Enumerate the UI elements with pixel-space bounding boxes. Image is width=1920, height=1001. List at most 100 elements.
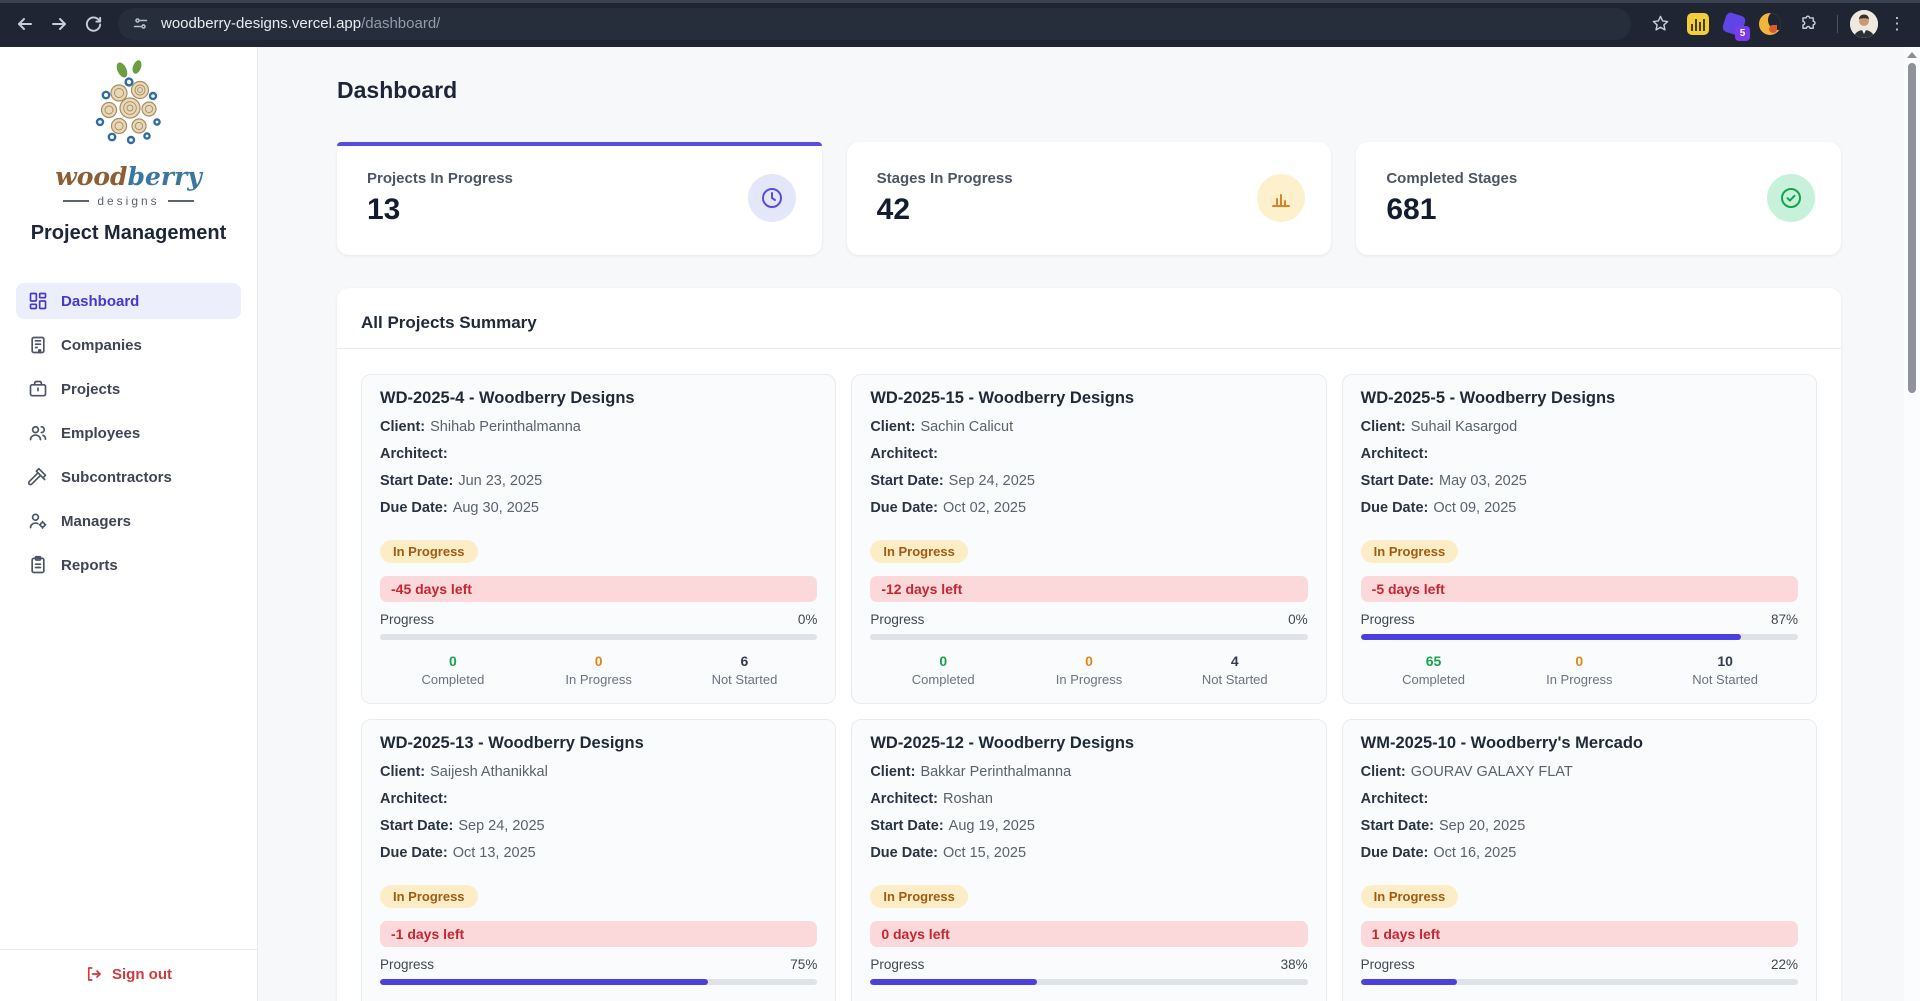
start-date-label: Start Date:: [380, 473, 453, 489]
sidebar-item-managers[interactable]: Managers: [16, 503, 241, 539]
sidebar-item-reports[interactable]: Reports: [16, 547, 241, 583]
due-date-label: Due Date:: [380, 845, 448, 861]
architect-label: Architect:: [1361, 446, 1429, 462]
start-date-value: Sep 24, 2025: [458, 818, 544, 834]
client-value: Shihab Perinthalmanna: [430, 419, 581, 435]
start-date-value: Sep 24, 2025: [949, 473, 1035, 489]
forward-button[interactable]: [42, 7, 76, 41]
stat-card-stages-in-progress: Stages In Progress 42: [847, 142, 1332, 255]
client-value: Sachin Calicut: [920, 419, 1013, 435]
sidebar: woodberry designs Project Management Das…: [0, 47, 258, 1001]
extension-badge: 5: [1735, 26, 1750, 41]
brand-wordmark: woodberry: [55, 162, 202, 191]
project-card[interactable]: WM-2025-10 - Woodberry's Mercado Client:…: [1342, 719, 1817, 1001]
project-card[interactable]: WD-2025-5 - Woodberry Designs Client:Suh…: [1342, 374, 1817, 704]
extension-purple-icon[interactable]: 5: [1719, 9, 1749, 39]
project-client-row: Client:Sachin Calicut: [870, 419, 1307, 435]
in-progress-count: 0: [1506, 653, 1652, 669]
completed-label: Completed: [1361, 672, 1507, 687]
architect-value: Roshan: [943, 791, 993, 807]
project-footer: 0 Completed 0 In Progress 4 Not Started: [870, 653, 1307, 687]
project-card[interactable]: WD-2025-13 - Woodberry Designs Client:Sa…: [361, 719, 836, 1001]
site-settings-icon[interactable]: [132, 15, 149, 32]
extensions-button[interactable]: [1791, 7, 1825, 41]
client-label: Client:: [1361, 764, 1406, 780]
project-start-row: Start Date: Sep 24, 2025: [380, 818, 817, 834]
scrollbar-thumb[interactable]: [1908, 63, 1916, 393]
sidebar-item-projects[interactable]: Projects: [16, 371, 241, 407]
architect-label: Architect:: [380, 446, 448, 462]
reload-icon: [84, 14, 103, 33]
project-architect-row: Architect:: [380, 791, 817, 807]
due-date-label: Due Date:: [870, 845, 938, 861]
completed-count: 65: [1361, 653, 1507, 669]
progress-fill: [1361, 634, 1741, 640]
status-badge: In Progress: [380, 540, 478, 563]
progress-percent: 0%: [1288, 612, 1308, 627]
progress-percent: 0%: [798, 612, 818, 627]
due-date-value: Aug 30, 2025: [453, 500, 539, 516]
browser-window: woodberry-designs.vercel.app/dashboard/ …: [0, 0, 1920, 1001]
sidebar-item-companies[interactable]: Companies: [16, 327, 241, 363]
extension-moon-icon[interactable]: [1755, 9, 1785, 39]
in-progress-stat: 0 In Progress: [526, 653, 672, 687]
architect-label: Architect:: [870, 446, 938, 462]
browser-toolbar: woodberry-designs.vercel.app/dashboard/ …: [0, 0, 1920, 47]
due-date-value: Oct 15, 2025: [943, 845, 1026, 861]
menu-button[interactable]: ⋮: [1884, 14, 1910, 34]
start-date-label: Start Date:: [380, 818, 453, 834]
stat-label: Completed Stages: [1386, 170, 1811, 187]
due-date-value: Oct 09, 2025: [1433, 500, 1516, 516]
project-footer: 65 Completed 0 In Progress 10 Not Starte…: [1361, 653, 1798, 687]
days-left-banner: 0 days left: [870, 921, 1307, 947]
reports-icon: [28, 555, 48, 575]
sidebar-item-employees[interactable]: Employees: [16, 415, 241, 451]
status-badge: In Progress: [870, 885, 968, 908]
project-card[interactable]: WD-2025-12 - Woodberry Designs Client:Ba…: [851, 719, 1326, 1001]
project-title: WD-2025-4 - Woodberry Designs: [380, 389, 817, 408]
forward-icon: [49, 14, 69, 34]
all-projects-panel: All Projects Summary WD-2025-4 - Woodber…: [337, 288, 1841, 1001]
stat-value: 42: [877, 193, 1302, 227]
project-title: WD-2025-12 - Woodberry Designs: [870, 734, 1307, 753]
project-card[interactable]: WD-2025-4 - Woodberry Designs Client:Shi…: [361, 374, 836, 704]
stat-card-completed-stages: Completed Stages 681: [1356, 142, 1841, 255]
due-date-label: Due Date:: [1361, 845, 1429, 861]
sidebar-item-subcontractors[interactable]: Subcontractors: [16, 459, 241, 495]
reload-button[interactable]: [76, 7, 110, 41]
project-due-row: Due Date:Oct 13, 2025: [380, 845, 817, 861]
stat-card-projects-in-progress: Projects In Progress 13: [337, 142, 822, 255]
status-badge: In Progress: [1361, 540, 1459, 563]
status-badge: In Progress: [1361, 885, 1459, 908]
progress-label: Progress: [1361, 957, 1415, 972]
start-date-value: Jun 23, 2025: [458, 473, 542, 489]
not-started-count: 4: [1162, 653, 1308, 669]
extension-chart-icon[interactable]: [1683, 9, 1713, 39]
dashboard-icon: [28, 291, 48, 311]
bookmark-button[interactable]: [1643, 7, 1677, 41]
progress-track: [380, 634, 817, 640]
scrollbar[interactable]: [1904, 47, 1920, 1001]
in-progress-stat: 0 In Progress: [1016, 653, 1162, 687]
panel-title: All Projects Summary: [361, 313, 1817, 333]
progress-row: Progress 87%: [1361, 612, 1798, 627]
project-start-row: Start Date:May 03, 2025: [1361, 473, 1798, 489]
client-value: Suhail Kasargod: [1411, 419, 1517, 435]
back-button[interactable]: [8, 7, 42, 41]
address-bar[interactable]: woodberry-designs.vercel.app/dashboard/: [118, 8, 1631, 40]
not-started-stat: 6 Not Started: [672, 653, 818, 687]
progress-row: Progress 38%: [870, 957, 1307, 972]
companies-icon: [28, 335, 48, 355]
project-due-row: Due Date:Aug 30, 2025: [380, 500, 817, 516]
sidebar-item-dashboard[interactable]: Dashboard: [16, 283, 241, 319]
client-label: Client:: [870, 764, 915, 780]
stat-value: 681: [1386, 193, 1811, 227]
project-card[interactable]: WD-2025-15 - Woodberry Designs Client:Sa…: [851, 374, 1326, 704]
profile-avatar[interactable]: [1850, 10, 1878, 38]
progress-track: [870, 634, 1307, 640]
scrollbar-up-arrow[interactable]: [1907, 52, 1917, 58]
project-due-row: Due Date:Oct 02, 2025: [870, 500, 1307, 516]
not-started-label: Not Started: [672, 672, 818, 687]
sign-out-button[interactable]: Sign out: [0, 949, 257, 1001]
project-architect-row: Architect:: [1361, 446, 1798, 462]
